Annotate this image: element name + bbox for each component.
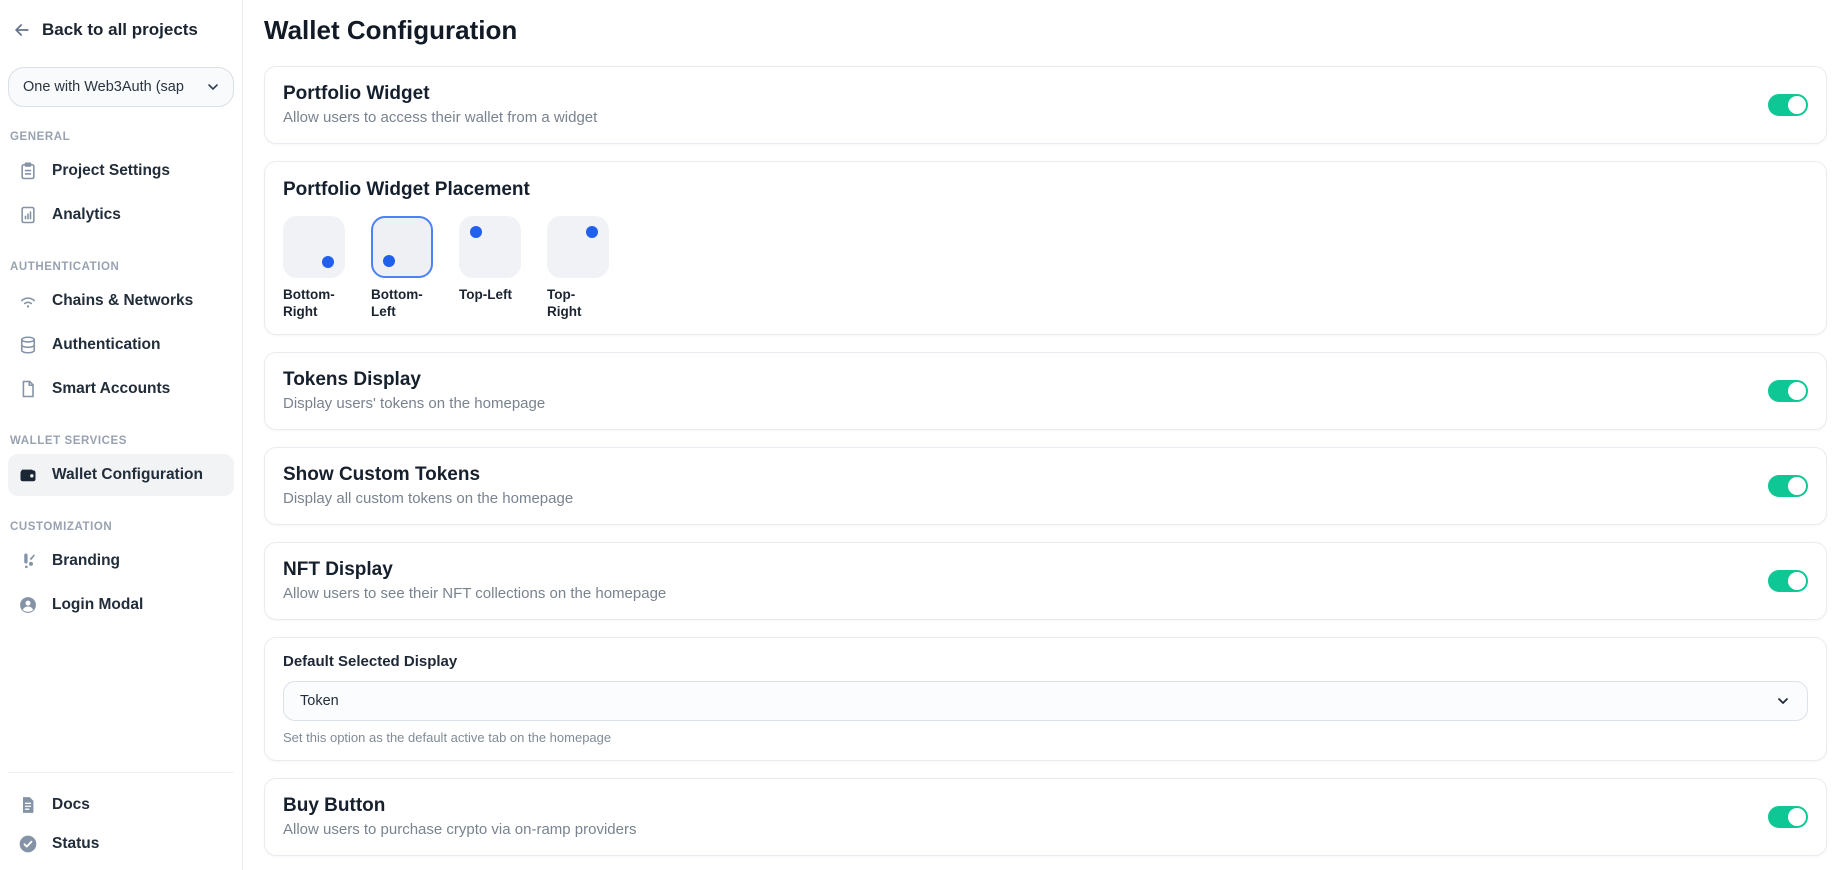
toggle-knob xyxy=(1788,808,1806,826)
project-selector-value: One with Web3Auth (sap xyxy=(23,79,201,95)
app-window: Back to all projects One with Web3Auth (… xyxy=(0,0,1840,870)
placement-option-bottom-right[interactable]: Bottom-Right xyxy=(283,216,345,320)
settings-card-list: Portfolio Widget Allow users to access t… xyxy=(264,66,1827,870)
card-title: Show Custom Tokens xyxy=(283,463,573,487)
back-label: Back to all projects xyxy=(42,20,198,40)
placement-tile[interactable] xyxy=(283,216,345,278)
card-title: Portfolio Widget xyxy=(283,82,597,106)
card-description: Display all custom tokens on the homepag… xyxy=(283,489,573,509)
sidebar-item-docs[interactable]: Docs xyxy=(8,786,234,824)
back-to-projects-link[interactable]: Back to all projects xyxy=(12,20,230,40)
sidebar-item-analytics[interactable]: Analytics xyxy=(8,194,234,236)
section-label-general: GENERAL xyxy=(10,131,234,143)
portfolio-widget-card: Portfolio Widget Allow users to access t… xyxy=(264,66,1827,144)
paintbrush-icon xyxy=(18,551,38,571)
doc-text-icon xyxy=(18,795,38,815)
sidebar-item-label: Docs xyxy=(52,796,90,814)
placement-tile-selected[interactable] xyxy=(371,216,433,278)
portfolio-widget-toggle[interactable] xyxy=(1768,94,1808,116)
sidebar-item-label: Smart Accounts xyxy=(52,380,170,398)
toggle-knob xyxy=(1788,477,1806,495)
sidebar-item-chains-networks[interactable]: Chains & Networks xyxy=(8,280,234,322)
sidebar-item-label: Branding xyxy=(52,552,120,570)
sidebar-item-label: Chains & Networks xyxy=(52,292,193,310)
sidebar-item-label: Project Settings xyxy=(52,162,170,180)
card-title: Buy Button xyxy=(283,794,636,818)
placement-label: Top-Right xyxy=(547,286,609,320)
card-title: Portfolio Widget Placement xyxy=(283,178,1808,202)
sidebar-item-label: Wallet Configuration xyxy=(52,466,203,484)
placement-dot-icon xyxy=(383,255,395,267)
toggle-knob xyxy=(1788,382,1806,400)
toggle-knob xyxy=(1788,96,1806,114)
placement-dot-icon xyxy=(470,226,482,238)
sidebar-item-status[interactable]: Status xyxy=(8,825,234,863)
default-display-select[interactable]: Token xyxy=(283,681,1808,721)
placement-tile[interactable] xyxy=(547,216,609,278)
placement-options: Bottom-Right Bottom-Left Top-Left Top-Ri… xyxy=(283,216,1808,320)
nft-display-toggle[interactable] xyxy=(1768,570,1808,592)
sidebar-item-wallet-configuration[interactable]: Wallet Configuration xyxy=(8,454,234,496)
chevron-down-icon xyxy=(205,79,221,95)
section-label-wallet-services: WALLET SERVICES xyxy=(10,435,234,447)
card-title: Tokens Display xyxy=(283,368,545,392)
select-helper-text: Set this option as the default active ta… xyxy=(283,730,1808,746)
select-label: Default Selected Display xyxy=(283,652,1808,671)
nft-display-card: NFT Display Allow users to see their NFT… xyxy=(264,542,1827,620)
sidebar-footer: Docs Status xyxy=(8,772,234,870)
buy-button-toggle[interactable] xyxy=(1768,806,1808,828)
chevron-down-icon xyxy=(1775,693,1791,709)
tokens-display-card: Tokens Display Display users' tokens on … xyxy=(264,352,1827,430)
page-title: Wallet Configuration xyxy=(264,14,1827,46)
placement-tile[interactable] xyxy=(459,216,521,278)
show-custom-tokens-toggle[interactable] xyxy=(1768,475,1808,497)
card-description: Allow users to purchase crypto via on-ra… xyxy=(283,820,636,840)
sidebar: Back to all projects One with Web3Auth (… xyxy=(0,0,243,870)
section-label-authentication: AUTHENTICATION xyxy=(10,261,234,273)
card-description: Allow users to access their wallet from … xyxy=(283,108,597,128)
portfolio-widget-placement-card: Portfolio Widget Placement Bottom-Right … xyxy=(264,161,1827,335)
card-description: Display users' tokens on the homepage xyxy=(283,394,545,414)
section-label-customization: CUSTOMIZATION xyxy=(10,521,234,533)
placement-label: Bottom-Left xyxy=(371,286,433,320)
tokens-display-toggle[interactable] xyxy=(1768,380,1808,402)
sidebar-item-smart-accounts[interactable]: Smart Accounts xyxy=(8,368,234,410)
document-icon xyxy=(18,379,38,399)
arrow-left-icon xyxy=(12,20,32,40)
default-selected-display-card: Default Selected Display Token Set this … xyxy=(264,637,1827,761)
placement-dot-icon xyxy=(322,256,334,268)
clipboard-icon xyxy=(18,161,38,181)
wifi-icon xyxy=(18,291,38,311)
database-icon xyxy=(18,335,38,355)
sidebar-item-login-modal[interactable]: Login Modal xyxy=(8,584,234,626)
toggle-knob xyxy=(1788,572,1806,590)
wallet-icon xyxy=(18,465,38,485)
placement-label: Top-Left xyxy=(459,286,521,303)
card-title: NFT Display xyxy=(283,558,666,582)
select-value: Token xyxy=(300,693,1775,709)
sidebar-item-branding[interactable]: Branding xyxy=(8,540,234,582)
user-circle-icon xyxy=(18,595,38,615)
sidebar-item-label: Authentication xyxy=(52,336,161,354)
sidebar-item-label: Status xyxy=(52,835,99,853)
placement-option-top-right[interactable]: Top-Right xyxy=(547,216,609,320)
analytics-file-icon xyxy=(18,205,38,225)
placement-dot-icon xyxy=(586,226,598,238)
check-circle-icon xyxy=(18,834,38,854)
sidebar-item-label: Analytics xyxy=(52,206,121,224)
main-content: Wallet Configuration Portfolio Widget Al… xyxy=(243,0,1840,870)
show-custom-tokens-card: Show Custom Tokens Display all custom to… xyxy=(264,447,1827,525)
placement-option-bottom-left[interactable]: Bottom-Left xyxy=(371,216,433,320)
placement-label: Bottom-Right xyxy=(283,286,345,320)
project-selector-dropdown[interactable]: One with Web3Auth (sap xyxy=(8,67,234,107)
sidebar-item-label: Login Modal xyxy=(52,596,143,614)
sidebar-item-authentication[interactable]: Authentication xyxy=(8,324,234,366)
placement-option-top-left[interactable]: Top-Left xyxy=(459,216,521,320)
sidebar-item-project-settings[interactable]: Project Settings xyxy=(8,150,234,192)
card-description: Allow users to see their NFT collections… xyxy=(283,584,666,604)
buy-button-card: Buy Button Allow users to purchase crypt… xyxy=(264,778,1827,856)
